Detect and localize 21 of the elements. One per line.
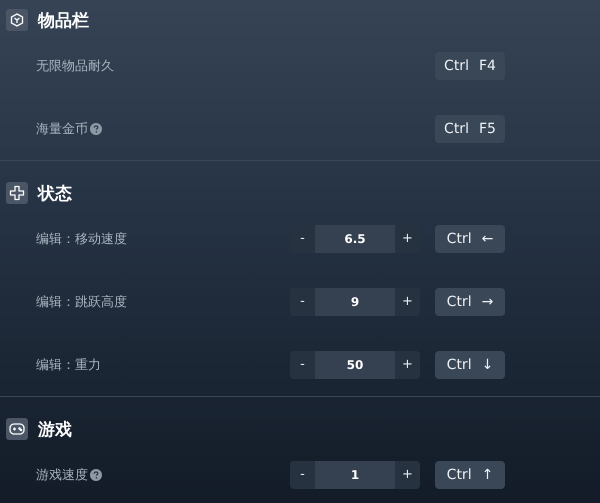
section-title: 游戏 — [38, 418, 72, 440]
hotkey-button[interactable]: Ctrl F4 — [435, 52, 505, 80]
hotkey-button[interactable]: Ctrl → — [435, 288, 505, 316]
hotkey-button[interactable]: Ctrl F5 — [435, 114, 505, 142]
setting-label: 海量金币 — [36, 120, 88, 138]
hotkey-button[interactable]: Ctrl ← — [435, 224, 505, 252]
setting-label: 编辑：跳跃高度 — [36, 294, 127, 310]
setting-label: 编辑：移动速度 — [36, 230, 127, 248]
gamepad-icon — [9, 422, 25, 436]
setting-label: 游戏速度 — [36, 466, 88, 484]
setting-label: 编辑：重力 — [36, 356, 101, 374]
value-field[interactable]: 6.5 — [315, 224, 395, 252]
hotkey-button[interactable]: Ctrl ↑ — [435, 460, 505, 488]
value-field[interactable]: 9 — [315, 288, 395, 316]
value-field[interactable]: 1 — [315, 460, 395, 488]
hotkey-button[interactable]: Ctrl ↓ — [435, 350, 505, 378]
section-title: 物品栏 — [38, 10, 89, 32]
cube-icon — [10, 13, 24, 27]
section-title: 状态 — [38, 182, 72, 204]
setting-label: 无限物品耐久 — [36, 58, 114, 74]
value-field[interactable]: 50 — [315, 350, 395, 378]
